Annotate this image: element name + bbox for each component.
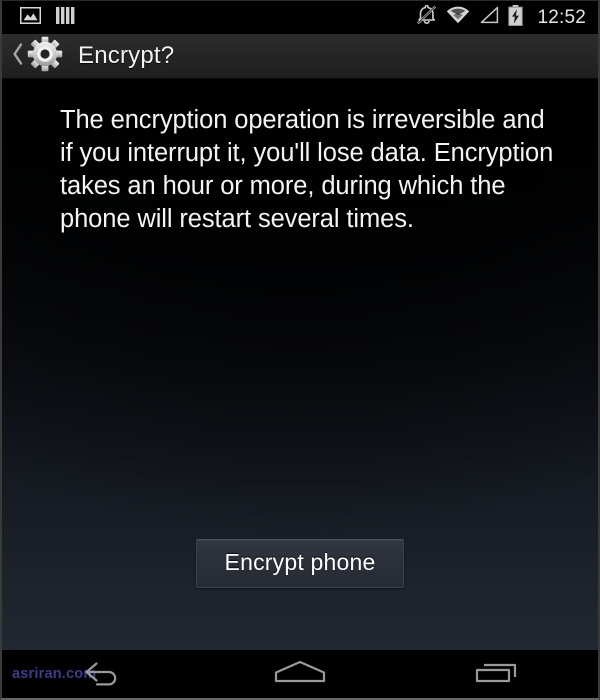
encrypt-phone-button[interactable]: Encrypt phone — [195, 539, 405, 588]
home-icon — [270, 656, 330, 693]
status-bar-right-icons: 12:52 — [416, 4, 586, 31]
ringer-muted-icon — [416, 4, 437, 30]
back-arrow-icon — [73, 656, 129, 693]
screenshot-image-icon — [20, 6, 41, 29]
primary-action-row: Encrypt phone — [2, 539, 598, 588]
nav-back-button[interactable] — [2, 650, 201, 698]
status-bar: 12:52 — [2, 1, 598, 34]
status-bar-clock: 12:52 — [537, 7, 586, 28]
encryption-warning-text: The encryption operation is irreversible… — [60, 106, 554, 233]
wifi-icon — [446, 6, 470, 29]
navigation-keys — [2, 650, 598, 698]
battery-charging-icon — [508, 4, 524, 31]
back-chevron-icon — [12, 41, 24, 72]
status-bar-left-icons — [20, 6, 75, 29]
nav-recents-button[interactable] — [399, 650, 598, 698]
recent-apps-icon — [471, 656, 527, 693]
cell-signal-icon — [479, 6, 499, 29]
action-bar: Encrypt? — [2, 34, 598, 79]
content-area: The encryption operation is irreversible… — [2, 80, 598, 650]
page-title: Encrypt? — [78, 42, 175, 69]
nav-home-button[interactable] — [201, 650, 400, 698]
up-navigation-button[interactable] — [10, 32, 66, 81]
android-device-screen: 12:52 Encrypt? The encryption operation … — [0, 0, 600, 700]
settings-gear-icon — [26, 35, 64, 78]
system-navigation-bar: asriran.com — [2, 650, 598, 698]
sim-card-bars-icon — [55, 6, 75, 29]
